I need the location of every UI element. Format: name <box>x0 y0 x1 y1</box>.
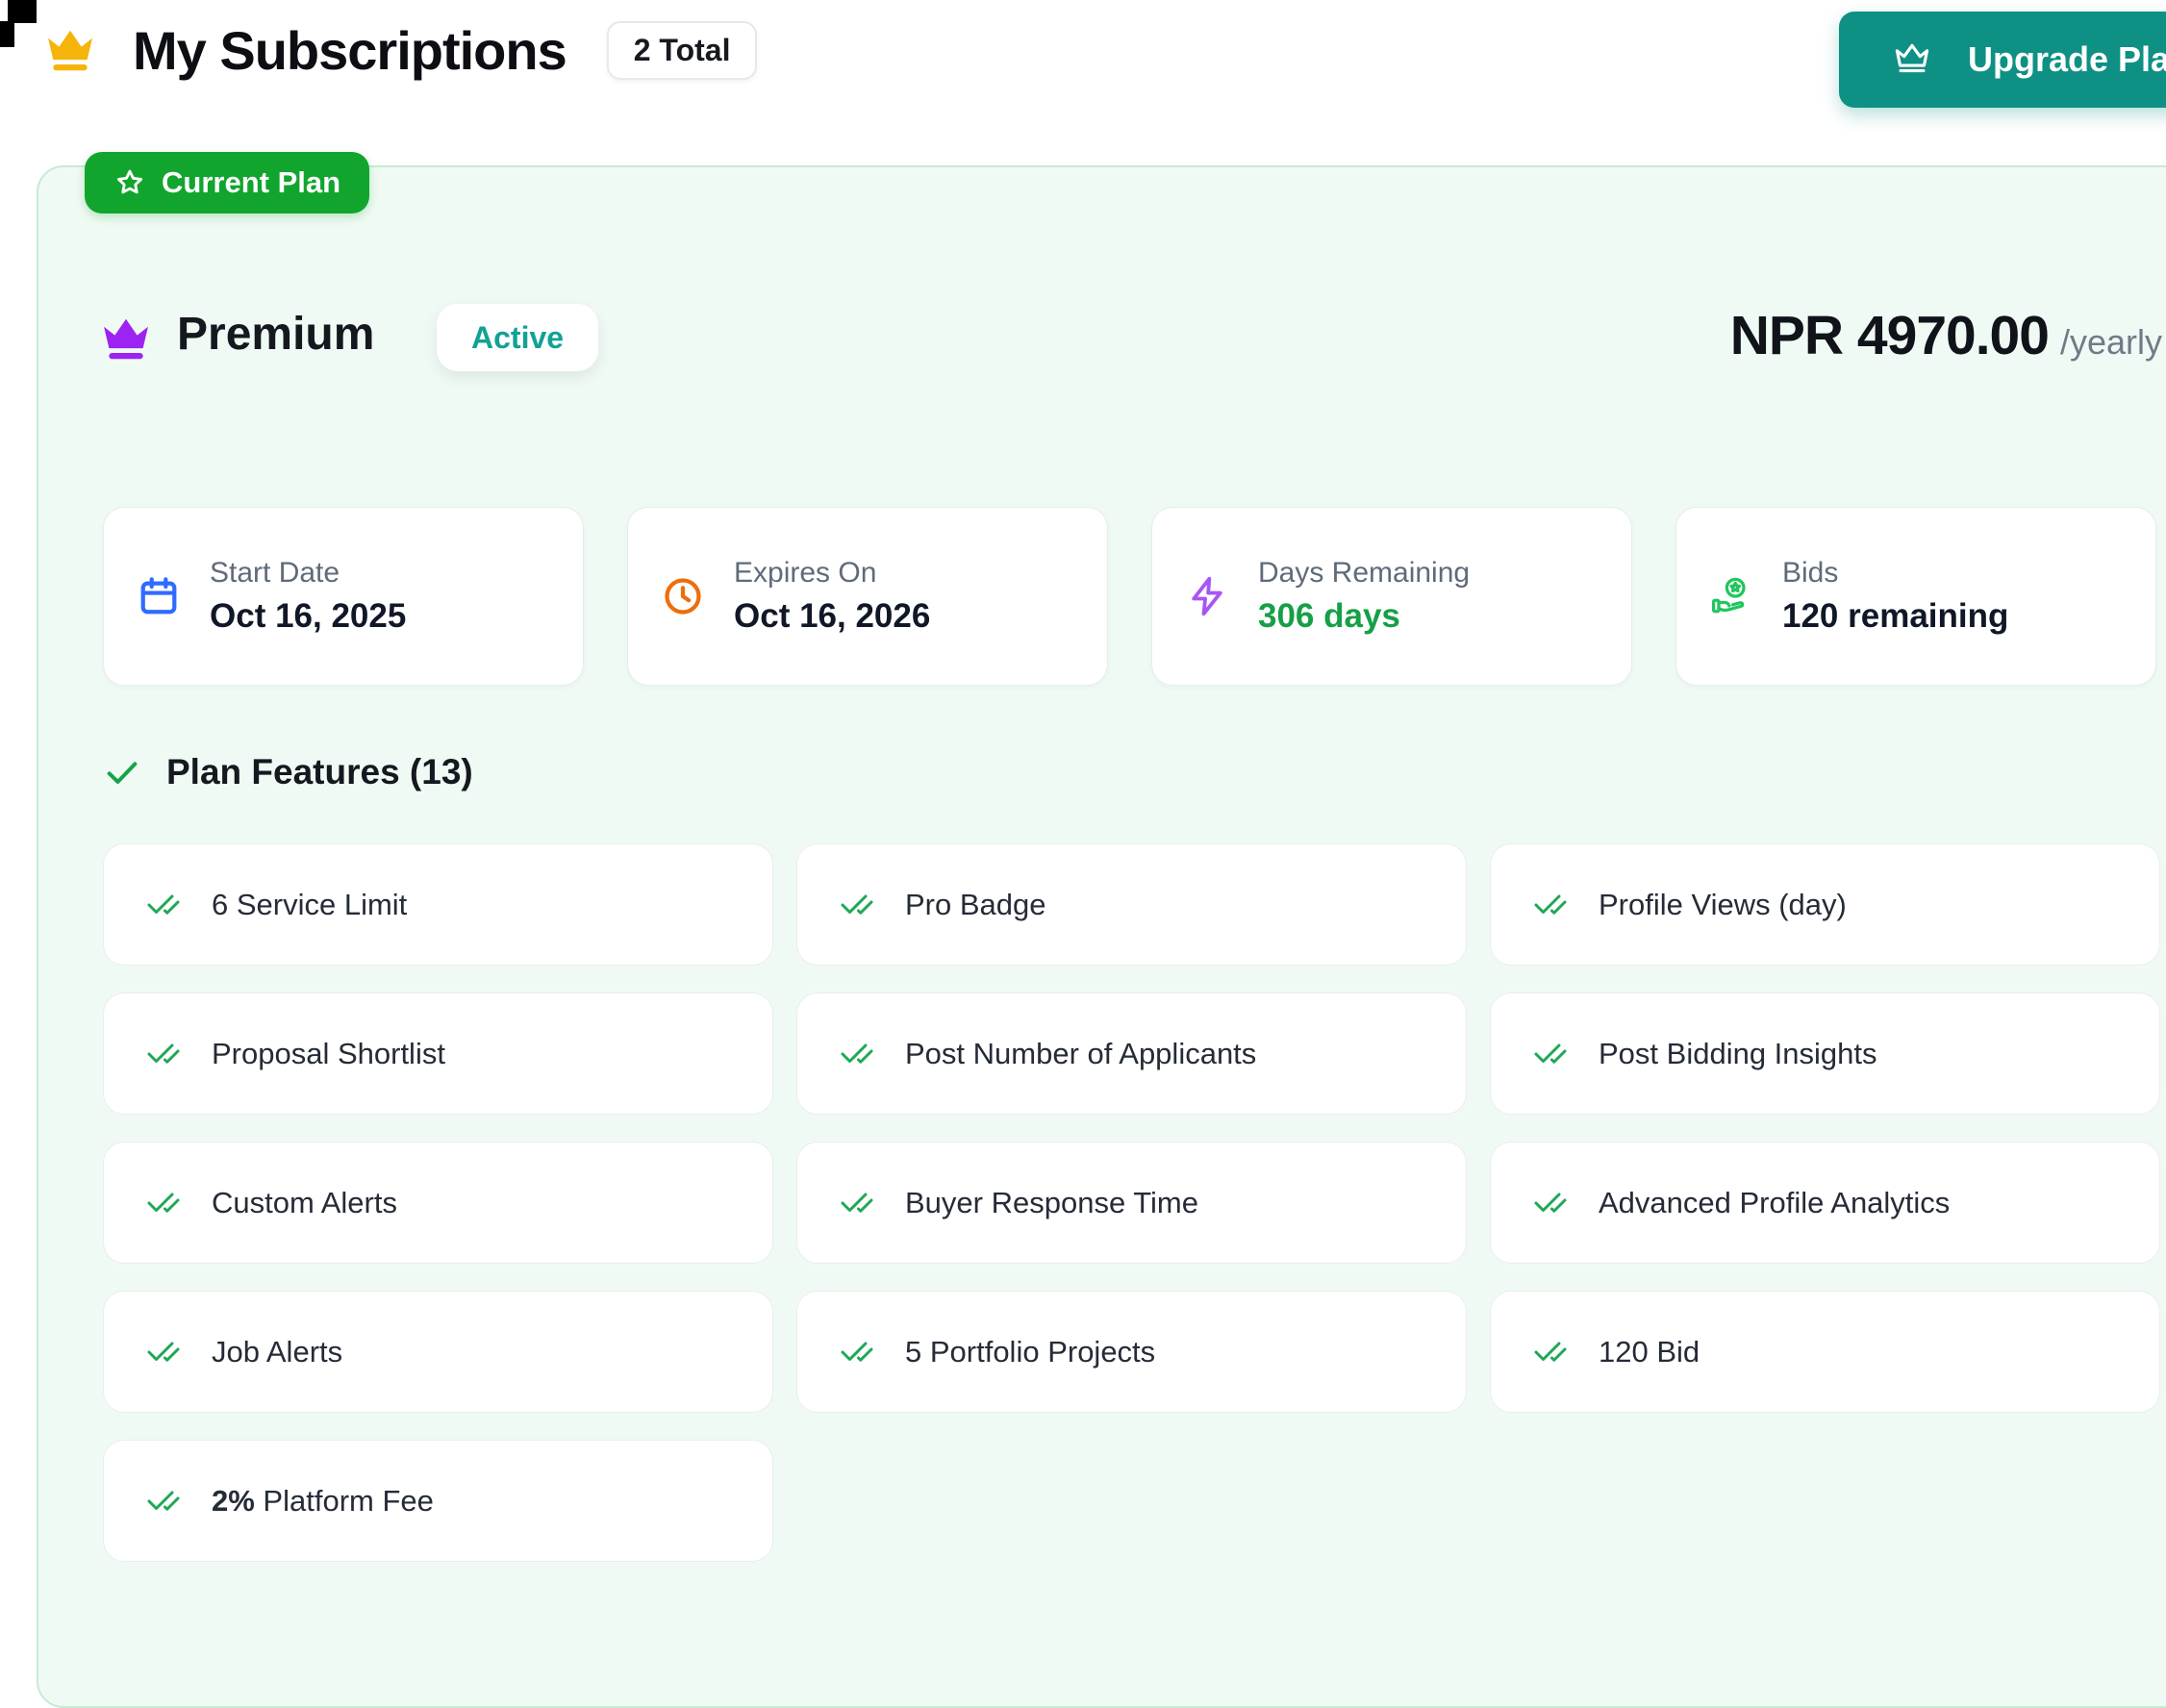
upgrade-plan-label: Upgrade Plan <box>1968 39 2166 80</box>
double-check-icon <box>1533 1335 1568 1369</box>
plan-features-title: Plan Features (13) <box>166 752 473 792</box>
stat-label: Days Remaining <box>1258 557 1470 590</box>
double-check-icon <box>840 1186 874 1220</box>
feature-item: 2% Platform Fee <box>103 1440 773 1562</box>
feature-label: 6 Service Limit <box>212 888 407 921</box>
price-period: /yearly <box>2060 322 2162 363</box>
hand-badge-icon <box>1709 574 1753 618</box>
current-plan-badge: Current Plan <box>85 152 369 214</box>
upgrade-plan-button[interactable]: Upgrade Plan <box>1839 12 2166 108</box>
double-check-icon <box>1533 888 1568 922</box>
feature-item: Advanced Profile Analytics <box>1490 1142 2160 1264</box>
clock-icon <box>661 574 705 618</box>
stat-expires-on: Expires On Oct 16, 2026 <box>627 507 1108 686</box>
feature-label: 120 Bid <box>1599 1335 1700 1369</box>
feature-strong: 2% <box>212 1484 255 1518</box>
feature-label: Proposal Shortlist <box>212 1037 445 1070</box>
feature-label: Buyer Response Time <box>905 1186 1198 1219</box>
double-check-icon <box>146 1335 181 1369</box>
zap-icon <box>1185 574 1229 618</box>
premium-crown-icon <box>98 312 154 367</box>
status-badge: Active <box>437 304 598 371</box>
double-check-icon <box>146 1186 181 1220</box>
screen-artifact <box>8 0 37 23</box>
calendar-icon <box>137 574 181 618</box>
stat-bids: Bids 120 remaining <box>1675 507 2156 686</box>
page-title: My Subscriptions <box>133 19 567 82</box>
check-icon <box>103 753 141 791</box>
feature-label: Custom Alerts <box>212 1186 397 1219</box>
plan-name: Premium <box>177 308 374 361</box>
stat-label: Start Date <box>210 557 406 590</box>
feature-item: Custom Alerts <box>103 1142 773 1264</box>
current-plan-card: Current Plan Premium Active NPR 4970.00 … <box>37 165 2166 1708</box>
feature-item: Post Number of Applicants <box>796 992 1467 1115</box>
feature-item: Profile Views (day) <box>1490 843 2160 966</box>
stat-label: Bids <box>1782 557 2008 590</box>
stat-value: 120 remaining <box>1782 597 2008 636</box>
feature-item: Proposal Shortlist <box>103 992 773 1115</box>
crown-outline-icon <box>1891 38 1933 81</box>
stat-value: 306 days <box>1258 597 1470 636</box>
feature-label: Profile Views (day) <box>1599 888 1847 921</box>
price-amount: NPR 4970.00 <box>1730 304 2049 367</box>
double-check-icon <box>840 1335 874 1369</box>
page-header: My Subscriptions 2 Total <box>42 19 757 82</box>
feature-label: Post Number of Applicants <box>905 1037 1256 1070</box>
plan-price: NPR 4970.00 /yearly <box>1520 304 2162 367</box>
double-check-icon <box>146 1037 181 1071</box>
stat-days-remaining: Days Remaining 306 days <box>1151 507 1632 686</box>
stat-value: Oct 16, 2025 <box>210 597 406 636</box>
stat-value: Oct 16, 2026 <box>734 597 930 636</box>
double-check-icon <box>1533 1186 1568 1220</box>
double-check-icon <box>840 888 874 922</box>
feature-label: Job Alerts <box>212 1335 342 1369</box>
feature-item: Pro Badge <box>796 843 1467 966</box>
features-grid: 6 Service Limit Pro Badge Profile Views … <box>103 843 2160 1562</box>
plan-stats-row: Start Date Oct 16, 2025 Expires On Oct 1… <box>103 507 2156 686</box>
feature-item: 120 Bid <box>1490 1291 2160 1413</box>
feature-item: Buyer Response Time <box>796 1142 1467 1264</box>
feature-label: 5 Portfolio Projects <box>905 1335 1155 1369</box>
feature-item: 6 Service Limit <box>103 843 773 966</box>
total-count-badge: 2 Total <box>607 21 758 80</box>
stat-label: Expires On <box>734 557 930 590</box>
feature-item: Job Alerts <box>103 1291 773 1413</box>
double-check-icon <box>146 888 181 922</box>
feature-item: Post Bidding Insights <box>1490 992 2160 1115</box>
crown-icon <box>42 23 98 79</box>
feature-item: 5 Portfolio Projects <box>796 1291 1467 1413</box>
double-check-icon <box>1533 1037 1568 1071</box>
double-check-icon <box>840 1037 874 1071</box>
plan-features-heading: Plan Features (13) <box>103 752 473 792</box>
screen-artifact <box>0 21 14 47</box>
stat-start-date: Start Date Oct 16, 2025 <box>103 507 584 686</box>
star-icon <box>113 166 146 199</box>
feature-label: Platform Fee <box>255 1484 434 1518</box>
feature-label: Advanced Profile Analytics <box>1599 1186 1950 1219</box>
current-plan-label: Current Plan <box>162 165 340 200</box>
feature-label: Pro Badge <box>905 888 1046 921</box>
double-check-icon <box>146 1484 181 1519</box>
feature-label: Post Bidding Insights <box>1599 1037 1877 1070</box>
